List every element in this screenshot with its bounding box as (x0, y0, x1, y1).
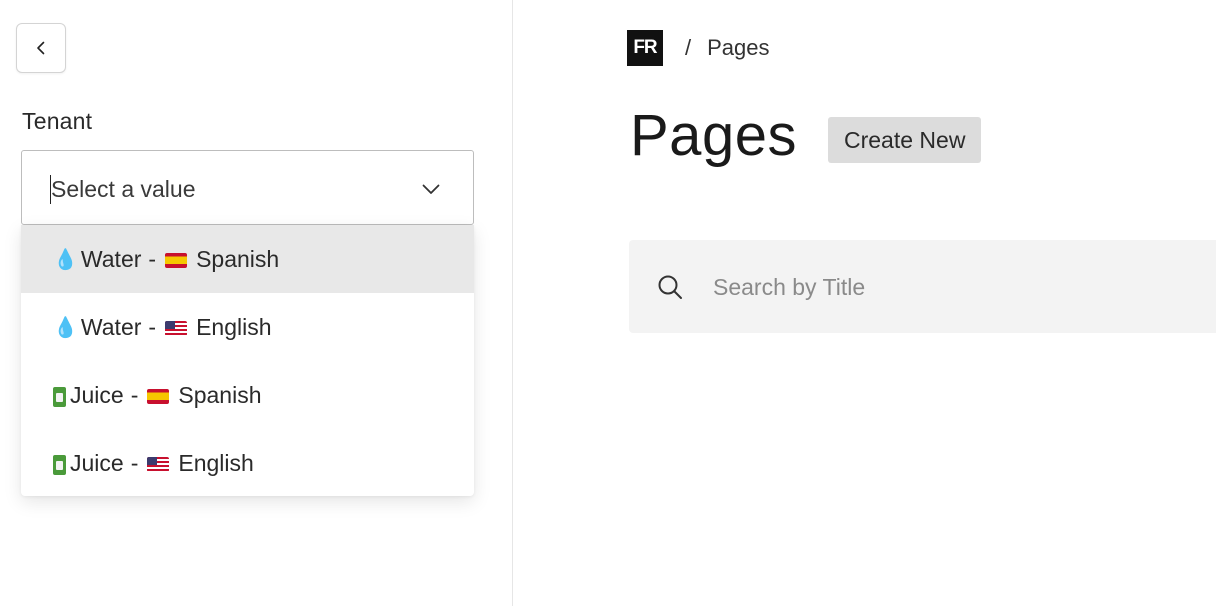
option-separator: - (130, 381, 139, 408)
tenant-option-water-spanish[interactable]: 💧 Water - Spanish (21, 225, 474, 293)
breadcrumb-separator: / (685, 35, 692, 60)
option-product: Juice (70, 449, 124, 476)
option-separator: - (148, 313, 157, 340)
back-button[interactable] (16, 23, 66, 73)
tenant-option-juice-english[interactable]: Juice - English (21, 429, 474, 497)
sidebar: Tenant Select a value 💧 Water - Spanish … (0, 0, 513, 606)
juice-box-icon (53, 387, 66, 407)
breadcrumb-current: Pages (707, 35, 770, 60)
chevron-down-icon[interactable] (421, 179, 441, 199)
search-bar (629, 240, 1216, 333)
us-flag-icon (147, 456, 170, 472)
spain-flag-icon (147, 388, 170, 404)
search-icon (658, 275, 682, 299)
create-new-button[interactable]: Create New (828, 117, 982, 163)
tenant-dropdown-menu: 💧 Water - Spanish 💧 Water - English Juic… (21, 225, 474, 496)
option-separator: - (130, 449, 139, 476)
option-language: English (178, 449, 254, 476)
option-language: English (196, 313, 272, 340)
option-product: Water (80, 245, 142, 272)
main-content: FR / Pages Pages Create New (514, 0, 1216, 606)
juice-box-icon (53, 455, 66, 475)
option-separator: - (148, 245, 157, 272)
us-flag-icon (165, 320, 188, 336)
tenant-label: Tenant (22, 108, 93, 134)
chevron-left-icon (37, 41, 45, 55)
option-product: Water (80, 313, 142, 340)
option-product: Juice (70, 381, 124, 408)
option-language: Spanish (196, 245, 280, 272)
tenant-select-value: Select a value (51, 176, 196, 202)
option-language: Spanish (178, 381, 262, 408)
logo[interactable]: FR (627, 30, 663, 66)
water-drop-icon: 💧 (53, 248, 78, 271)
spain-flag-icon (165, 252, 188, 268)
breadcrumb: FR / Pages (627, 30, 770, 66)
tenant-option-water-english[interactable]: 💧 Water - English (21, 293, 474, 361)
tenant-select[interactable]: Select a value (21, 150, 474, 225)
search-input[interactable] (713, 269, 1193, 305)
page-title: Pages (630, 103, 797, 168)
water-drop-icon: 💧 (53, 316, 78, 339)
tenant-option-juice-spanish[interactable]: Juice - Spanish (21, 361, 474, 429)
